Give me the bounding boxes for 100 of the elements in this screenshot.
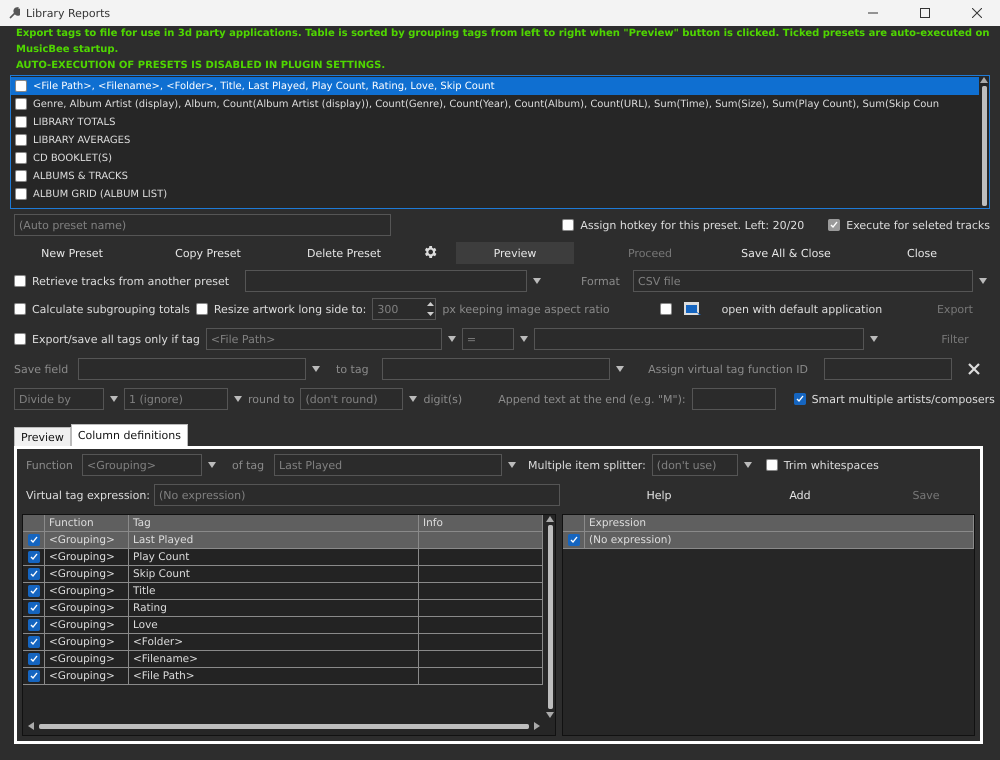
checkbox[interactable] <box>28 551 40 563</box>
arrow-up-icon[interactable] <box>980 76 988 84</box>
caret-icon[interactable] <box>234 395 242 403</box>
action-button[interactable]: New Preset <box>12 242 132 264</box>
column-header[interactable]: Function <box>45 515 129 531</box>
function-dropdown[interactable]: <Grouping> <box>82 454 202 476</box>
arrow-up-icon[interactable] <box>546 515 554 523</box>
caret-icon[interactable] <box>520 335 528 343</box>
tab[interactable]: Column definitions <box>70 424 188 446</box>
caret-icon[interactable] <box>110 395 118 403</box>
size-spinner[interactable]: 300 <box>372 298 436 320</box>
scrollbar[interactable] <box>979 76 989 208</box>
tag-dropdown[interactable]: <File Path> <box>206 328 442 350</box>
table-row[interactable]: <Grouping> <Filename> <box>23 651 544 668</box>
table-row[interactable]: <Grouping> <Folder> <box>23 634 544 651</box>
column-header[interactable]: Info <box>419 515 544 531</box>
checkbox[interactable] <box>28 602 40 614</box>
table-cell: <Grouping> <box>45 634 129 650</box>
caret-icon[interactable] <box>508 461 516 469</box>
caret-icon[interactable] <box>870 335 878 343</box>
caret-icon[interactable] <box>448 335 456 343</box>
checkbox[interactable] <box>14 333 26 345</box>
subgrouping-label: Calculate subgrouping totals <box>32 302 190 316</box>
caret-icon[interactable] <box>979 277 988 285</box>
editor-button[interactable]: Add <box>740 484 860 506</box>
caret-icon[interactable] <box>616 365 624 373</box>
checkbox[interactable] <box>15 80 27 92</box>
assign-id-label: Assign virtual tag function ID <box>648 362 808 376</box>
function-id-field[interactable] <box>824 358 952 380</box>
preset-item[interactable]: LIBRARY AVERAGES <box>11 131 979 149</box>
checkbox[interactable] <box>28 534 40 546</box>
checkbox[interactable] <box>15 170 27 182</box>
action-button[interactable]: Close <box>852 242 992 264</box>
checkbox[interactable] <box>14 303 26 315</box>
caret-icon[interactable] <box>409 395 418 403</box>
action-button[interactable]: Delete Preset <box>284 242 404 264</box>
checkbox[interactable] <box>766 459 778 471</box>
table-cell: Rating <box>129 600 419 616</box>
operator-dropdown[interactable]: = <box>462 328 514 350</box>
checkbox[interactable] <box>28 585 40 597</box>
preset-item[interactable]: CD BOOKLET(S) <box>11 149 979 167</box>
tab[interactable]: Preview <box>14 427 71 446</box>
checkbox[interactable] <box>660 303 672 315</box>
scrollbar[interactable] <box>545 515 556 719</box>
save-field-dropdown[interactable] <box>78 358 306 380</box>
checkbox[interactable] <box>15 116 27 128</box>
divide-dropdown[interactable]: Divide by <box>14 388 104 410</box>
table-row[interactable]: <Grouping> Love <box>23 617 544 634</box>
preset-item[interactable]: ALBUMS & TRACKS <box>11 167 979 185</box>
preset-item[interactable]: Genre, Album Artist (display), Album, Count(Album Artist (display)), Count(Genre), Count(Year), Count(Album), Count(URL), Sum(Time), Sum(Size), Sum(Play Count), Sum(Skip Coun <box>11 95 979 113</box>
checkbox[interactable] <box>15 152 27 164</box>
preset-item[interactable]: ALBUM GRID (ALBUM LIST) <box>11 185 979 203</box>
caret-icon[interactable] <box>744 461 752 469</box>
retrieve-label: Retrieve tracks from another preset <box>32 274 230 288</box>
preset-name-field[interactable]: (Auto preset name) <box>14 214 391 236</box>
checkbox[interactable] <box>15 134 27 146</box>
table-cell: <Grouping> <box>45 600 129 616</box>
close-icon[interactable] <box>968 363 980 375</box>
checkbox[interactable] <box>562 219 574 231</box>
append-label: Append text at the end (e.g. "M"): <box>498 392 686 406</box>
checkbox[interactable] <box>15 188 27 200</box>
caret-icon[interactable] <box>533 277 542 285</box>
table-row[interactable]: <Grouping> Skip Count <box>23 566 544 583</box>
round-dropdown[interactable]: (don't round) <box>300 388 404 410</box>
tag-dropdown[interactable]: Last Played <box>274 454 502 476</box>
checkbox[interactable] <box>15 98 27 110</box>
arrow-down-icon[interactable] <box>546 711 554 719</box>
arrow-right-icon[interactable] <box>533 722 542 730</box>
table-row[interactable]: <Grouping> Rating <box>23 600 544 617</box>
checkbox[interactable] <box>28 568 40 580</box>
table-row[interactable]: <Grouping> Last Played <box>23 532 544 549</box>
action-button[interactable]: Copy Preset <box>138 242 278 264</box>
arrow-left-icon[interactable] <box>27 722 35 730</box>
horizontal-scrollbar[interactable] <box>27 721 542 731</box>
checkbox[interactable] <box>14 275 26 287</box>
action-button[interactable]: Save All & Close <box>726 242 846 264</box>
checkbox[interactable] <box>196 303 208 315</box>
checkbox[interactable] <box>28 670 40 682</box>
caret-icon[interactable] <box>208 461 216 469</box>
table-row[interactable]: <Grouping> Play Count <box>23 549 544 566</box>
table-row[interactable]: <Grouping> Title <box>23 583 544 600</box>
format-dropdown[interactable]: CSV file <box>633 270 974 292</box>
checkbox[interactable] <box>568 534 580 546</box>
checkbox[interactable] <box>794 393 806 405</box>
editor-button[interactable]: Help <box>584 484 734 506</box>
splitter-dropdown[interactable]: (don't use) <box>652 454 738 476</box>
caret-icon[interactable] <box>312 365 320 373</box>
table-cell: <Grouping> <box>45 549 129 565</box>
action-button[interactable]: Preview <box>456 242 574 264</box>
column-header[interactable]: Tag <box>129 515 419 531</box>
expression-field[interactable]: (No expression) <box>154 484 560 506</box>
table-row[interactable]: <Grouping> <File Path> <box>23 668 544 685</box>
checkbox[interactable] <box>28 636 40 648</box>
preset-item[interactable]: <File Path>, <Filename>, <Folder>, Title, Last Played, Play Count, Rating, Love, Skip Count <box>11 77 979 95</box>
append-field[interactable] <box>692 388 776 410</box>
checkbox[interactable] <box>28 619 40 631</box>
preset-item[interactable]: LIBRARY TOTALS <box>11 113 979 131</box>
smart-artists-label: Smart multiple artists/composers <box>812 392 995 406</box>
checkbox[interactable] <box>28 653 40 665</box>
divisor-dropdown[interactable]: 1 (ignore) <box>124 388 228 410</box>
